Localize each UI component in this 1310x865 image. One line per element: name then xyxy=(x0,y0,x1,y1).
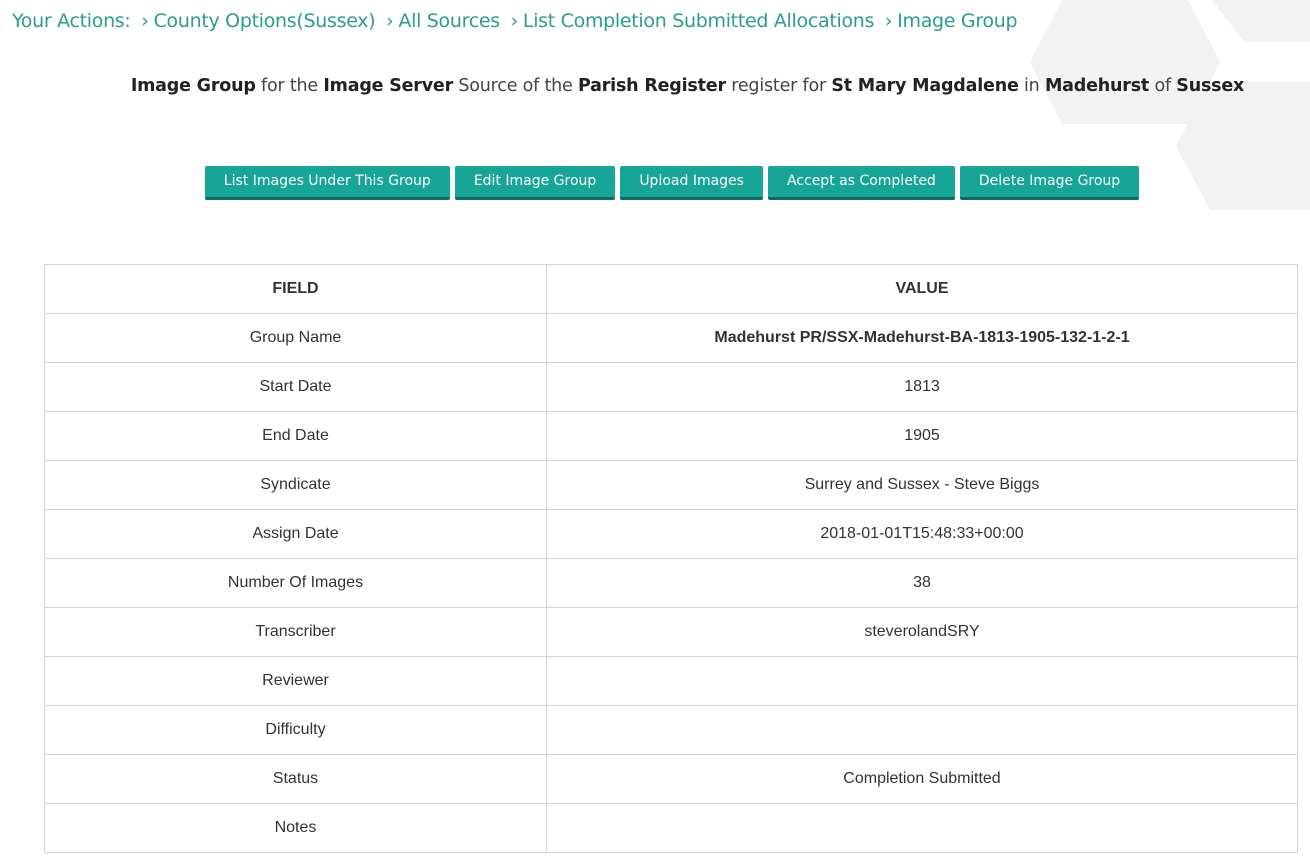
table-row: Syndicate Surrey and Sussex - Steve Bigg… xyxy=(44,460,1298,510)
field-cell: Reviewer xyxy=(44,656,547,706)
table-row: Reviewer xyxy=(44,656,1298,706)
heading-part: in xyxy=(1018,76,1045,96)
value-cell: Madehurst PR/SSX-Madehurst-BA-1813-1905-… xyxy=(546,313,1298,363)
breadcrumb-county-options[interactable]: County Options(Sussex) xyxy=(154,10,376,32)
field-cell: Transcriber xyxy=(44,607,547,657)
table-row: Notes xyxy=(44,803,1298,853)
image-group-details-table: FIELD VALUE Group Name Madehurst PR/SSX-… xyxy=(44,264,1298,853)
value-column-header: VALUE xyxy=(546,264,1298,314)
breadcrumb: Your Actions: › County Options(Sussex) › A… xyxy=(12,10,1018,32)
field-cell: Number Of Images xyxy=(44,558,547,608)
value-cell: steverolandSRY xyxy=(546,607,1298,657)
field-column-header: FIELD xyxy=(44,264,547,314)
value-cell: 38 xyxy=(546,558,1298,608)
upload-images-button[interactable]: Upload Images xyxy=(620,166,763,200)
field-cell: Syndicate xyxy=(44,460,547,510)
chevron-right-icon: › xyxy=(141,10,149,32)
field-cell: Difficulty xyxy=(44,705,547,755)
value-cell xyxy=(546,656,1298,706)
breadcrumb-prefix: Your Actions: xyxy=(12,10,131,32)
table-row: Status Completion Submitted xyxy=(44,754,1298,804)
heading-part: of xyxy=(1149,76,1177,96)
value-cell: 2018-01-01T15:48:33+00:00 xyxy=(546,509,1298,559)
heading-part: Source of the xyxy=(453,76,578,96)
heading-part: Parish Register xyxy=(577,76,726,96)
table-row: Group Name Madehurst PR/SSX-Madehurst-BA… xyxy=(44,313,1298,363)
heading-part: for the xyxy=(255,76,324,96)
action-buttons: List Images Under This Group Edit Image … xyxy=(0,166,1310,200)
breadcrumb-image-group[interactable]: Image Group xyxy=(897,10,1017,32)
heading-part: St Mary Magdalene xyxy=(831,76,1019,96)
table-row: Start Date 1813 xyxy=(44,362,1298,412)
field-cell: Status xyxy=(44,754,547,804)
breadcrumb-all-sources[interactable]: All Sources xyxy=(398,10,500,32)
chevron-right-icon: › xyxy=(884,10,893,32)
table-header-row: FIELD VALUE xyxy=(44,264,1298,314)
value-cell: Surrey and Sussex - Steve Biggs xyxy=(546,460,1298,510)
value-cell xyxy=(546,705,1298,755)
accept-as-completed-button[interactable]: Accept as Completed xyxy=(767,166,955,200)
value-cell: Completion Submitted xyxy=(546,754,1298,804)
value-cell xyxy=(546,803,1298,853)
field-cell: Notes xyxy=(44,803,547,853)
heading-part: Image Server xyxy=(323,76,454,96)
table-row: End Date 1905 xyxy=(44,411,1298,461)
heading-part: Image Group xyxy=(130,76,256,96)
table-row: Number Of Images 38 xyxy=(44,558,1298,608)
field-cell: Start Date xyxy=(44,362,547,412)
table-row: Transcriber steverolandSRY xyxy=(44,607,1298,657)
list-images-button[interactable]: List Images Under This Group xyxy=(204,166,450,200)
page-title: Image Group for the Image Server Source … xyxy=(0,76,1310,96)
delete-image-group-button[interactable]: Delete Image Group xyxy=(959,166,1140,200)
edit-image-group-button[interactable]: Edit Image Group xyxy=(454,166,616,200)
heading-part: Sussex xyxy=(1176,76,1245,96)
value-cell: 1905 xyxy=(546,411,1298,461)
heading-part: Madehurst xyxy=(1044,76,1150,96)
breadcrumb-list-completion[interactable]: List Completion Submitted Allocations xyxy=(523,10,875,32)
value-cell: 1813 xyxy=(546,362,1298,412)
field-cell: Assign Date xyxy=(44,509,547,559)
chevron-right-icon: › xyxy=(510,10,519,32)
chevron-right-icon: › xyxy=(386,10,394,32)
heading-part: register for xyxy=(725,76,832,96)
field-cell: End Date xyxy=(44,411,547,461)
field-cell: Group Name xyxy=(44,313,547,363)
table-row: Assign Date 2018-01-01T15:48:33+00:00 xyxy=(44,509,1298,559)
table-row: Difficulty xyxy=(44,705,1298,755)
